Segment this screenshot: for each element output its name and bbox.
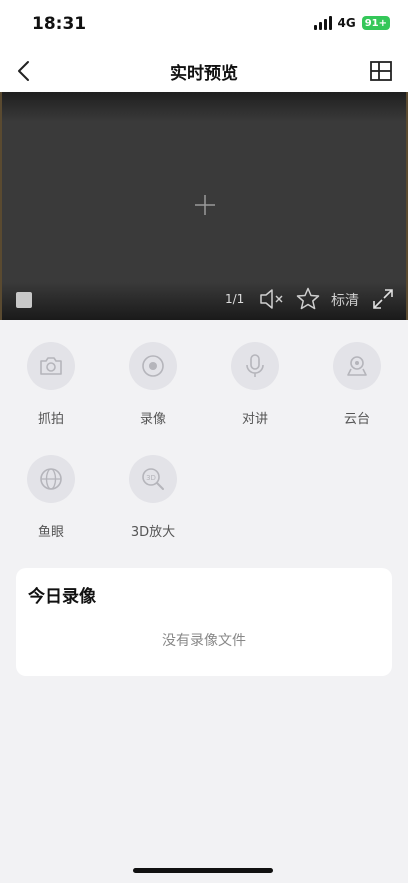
intercom-label: 对讲	[241, 412, 268, 427]
zoom-3d-label: 3D放大	[130, 525, 176, 540]
ptz-button[interactable]: 云台	[306, 342, 408, 427]
ptz-circle	[333, 342, 381, 390]
signal-icon	[313, 16, 332, 30]
nav-bar: 实时预览	[0, 50, 408, 92]
recordings-empty-text: 没有录像文件	[162, 633, 246, 649]
star-icon[interactable]	[295, 286, 321, 312]
record-label: 录像	[139, 412, 166, 427]
intercom-circle	[231, 342, 279, 390]
fisheye-circle	[27, 455, 75, 503]
page-indicator: 1/1	[225, 292, 245, 306]
recordings-title: 今日录像	[28, 587, 96, 607]
microphone-icon	[246, 354, 264, 377]
zoom-3d-circle: 3D	[129, 455, 177, 503]
battery-icon: 91+	[361, 16, 390, 30]
page-title: 实时预览	[170, 64, 238, 84]
status-bar: 18:31 4G 91+	[0, 0, 408, 50]
player-controls: 1/1 标清	[0, 283, 408, 315]
battery-level: 91+	[364, 17, 387, 29]
record-button[interactable]: 录像	[102, 342, 204, 427]
fullscreen-icon[interactable]	[371, 287, 395, 311]
network-type: 4G	[337, 16, 356, 30]
add-camera-icon[interactable]	[192, 192, 218, 218]
fisheye-button[interactable]: 鱼眼	[0, 455, 102, 540]
today-recordings-card: 今日录像 没有录像文件	[16, 568, 392, 676]
ptz-icon	[347, 356, 367, 376]
svg-text:3D: 3D	[146, 474, 156, 482]
quality-button[interactable]: 标清	[331, 290, 359, 310]
home-indicator[interactable]	[133, 868, 273, 873]
status-time: 18:31	[32, 14, 87, 34]
split-layout-icon[interactable]	[368, 58, 394, 84]
status-indicators: 4G 91+	[313, 16, 390, 30]
mute-icon[interactable]	[258, 288, 286, 310]
snapshot-label: 抓拍	[37, 412, 64, 427]
stop-button[interactable]	[16, 292, 32, 308]
record-icon	[142, 355, 164, 377]
snapshot-button[interactable]: 抓拍	[0, 342, 102, 427]
fisheye-label: 鱼眼	[37, 525, 64, 540]
snapshot-circle	[27, 342, 75, 390]
intercom-button[interactable]: 对讲	[204, 342, 306, 427]
zoom-3d-icon: 3D	[142, 468, 164, 490]
camera-icon	[40, 357, 62, 375]
ptz-label: 云台	[343, 412, 370, 427]
zoom-3d-button[interactable]: 3D 3D放大	[102, 455, 204, 540]
record-circle	[129, 342, 177, 390]
fisheye-icon	[40, 468, 62, 490]
